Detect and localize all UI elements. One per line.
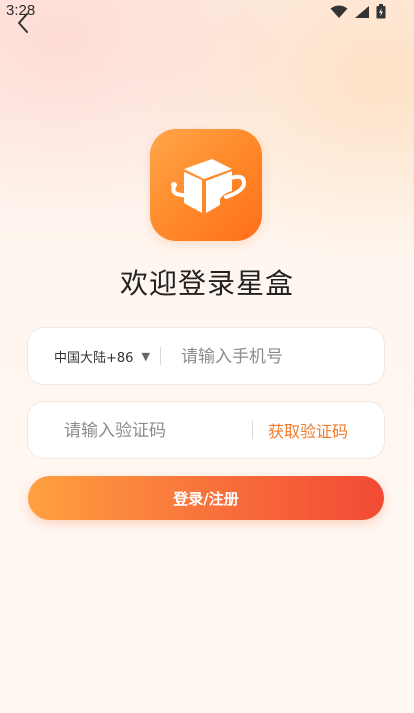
signal-icon xyxy=(355,5,369,18)
country-code-label: 中国大陆+86 xyxy=(54,350,134,366)
caret-down-icon: ▼ xyxy=(141,349,150,363)
page-title: 欢迎登录星盒 xyxy=(119,267,294,300)
back-button[interactable] xyxy=(10,10,36,36)
code-field-card: 获取验证码 xyxy=(28,402,384,460)
phone-input[interactable] xyxy=(179,328,373,386)
phone-field-card: 中国大陆+86 ▼ xyxy=(28,328,384,386)
battery-icon xyxy=(376,4,386,19)
verification-code-input[interactable] xyxy=(62,402,266,460)
wifi-icon xyxy=(330,5,348,18)
divider xyxy=(252,421,253,439)
login-register-button[interactable]: 登录/注册 xyxy=(28,476,384,520)
chevron-left-icon xyxy=(18,13,28,33)
status-icons xyxy=(330,4,386,19)
divider xyxy=(160,347,161,365)
app-logo xyxy=(150,129,262,241)
star-box-app-icon xyxy=(171,159,247,213)
status-bar: 3:28 xyxy=(0,0,414,26)
country-code-selector[interactable]: 中国大陆+86 ▼ xyxy=(54,328,150,384)
get-code-button[interactable]: 获取验证码 xyxy=(268,402,348,458)
